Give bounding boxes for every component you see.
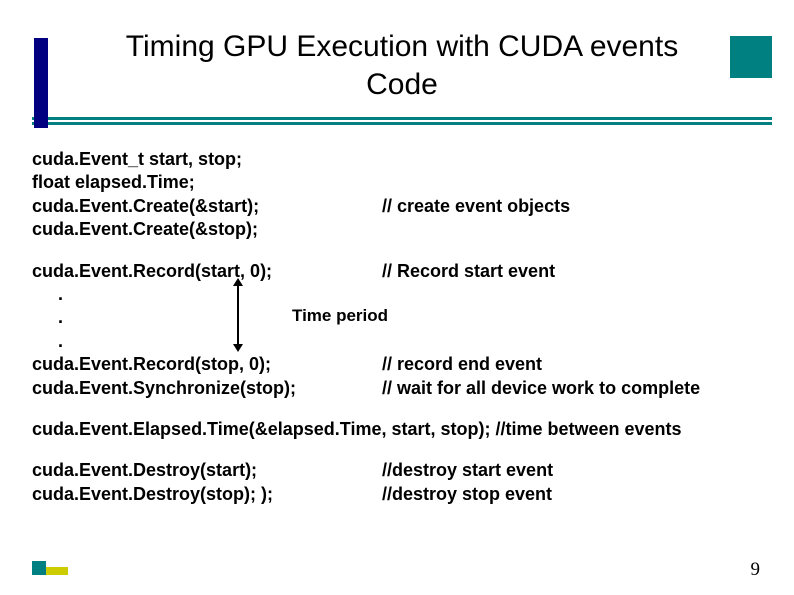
code-text: cuda.Event.Destroy(start); [32, 459, 382, 482]
code-dot: . [32, 283, 63, 306]
title-area: Timing GPU Execution with CUDA events Co… [0, 0, 794, 103]
slide-title: Timing GPU Execution with CUDA events Co… [0, 28, 794, 103]
code-text: cuda.Event_t start, stop; [32, 148, 242, 171]
code-text: cuda.Event.Record(stop, 0); [32, 353, 382, 376]
title-underline [32, 122, 772, 125]
time-period-arrow [237, 279, 239, 351]
code-block-2: cuda.Event.Record(start, 0); // Record s… [32, 260, 772, 400]
code-text: float elapsed.Time; [32, 171, 195, 194]
code-block-3: cuda.Event.Elapsed.Time(&elapsed.Time, s… [32, 418, 772, 441]
content: cuda.Event_t start, stop; float elapsed.… [32, 148, 772, 524]
double-arrow-icon [237, 284, 239, 346]
title-accent-bar [34, 38, 48, 128]
code-text: cuda.Event.Record(start, 0); [32, 260, 382, 283]
code-comment: // wait for all device work to complete [382, 377, 772, 400]
code-comment: //destroy stop event [382, 483, 772, 506]
code-comment: // record end event [382, 353, 772, 376]
code-block-4: cuda.Event.Destroy(start); //destroy sta… [32, 459, 772, 506]
title-accent-square [730, 36, 772, 78]
page-number: 9 [751, 559, 761, 581]
code-text: cuda.Event.Destroy(stop); ); [32, 483, 382, 506]
code-comment: // create event objects [382, 195, 772, 218]
code-dot: . [32, 306, 63, 329]
time-period-label: Time period [292, 305, 388, 327]
code-text: cuda.Event.Create(&start); [32, 195, 382, 218]
title-line-2: Code [366, 68, 438, 101]
footer-accent-bar [46, 567, 68, 575]
code-text: cuda.Event.Synchronize(stop); [32, 377, 382, 400]
slide: Timing GPU Execution with CUDA events Co… [0, 0, 794, 595]
code-comment: //destroy start event [382, 459, 772, 482]
title-line-1: Timing GPU Execution with CUDA events [126, 30, 678, 63]
code-dot: . [32, 330, 63, 353]
code-comment: // Record start event [382, 260, 772, 283]
code-text: cuda.Event.Elapsed.Time(&elapsed.Time, s… [32, 418, 682, 441]
code-block-1: cuda.Event_t start, stop; float elapsed.… [32, 148, 772, 242]
footer-accent-square [32, 561, 46, 575]
code-text: cuda.Event.Create(&stop); [32, 218, 258, 241]
title-underline [32, 117, 772, 120]
